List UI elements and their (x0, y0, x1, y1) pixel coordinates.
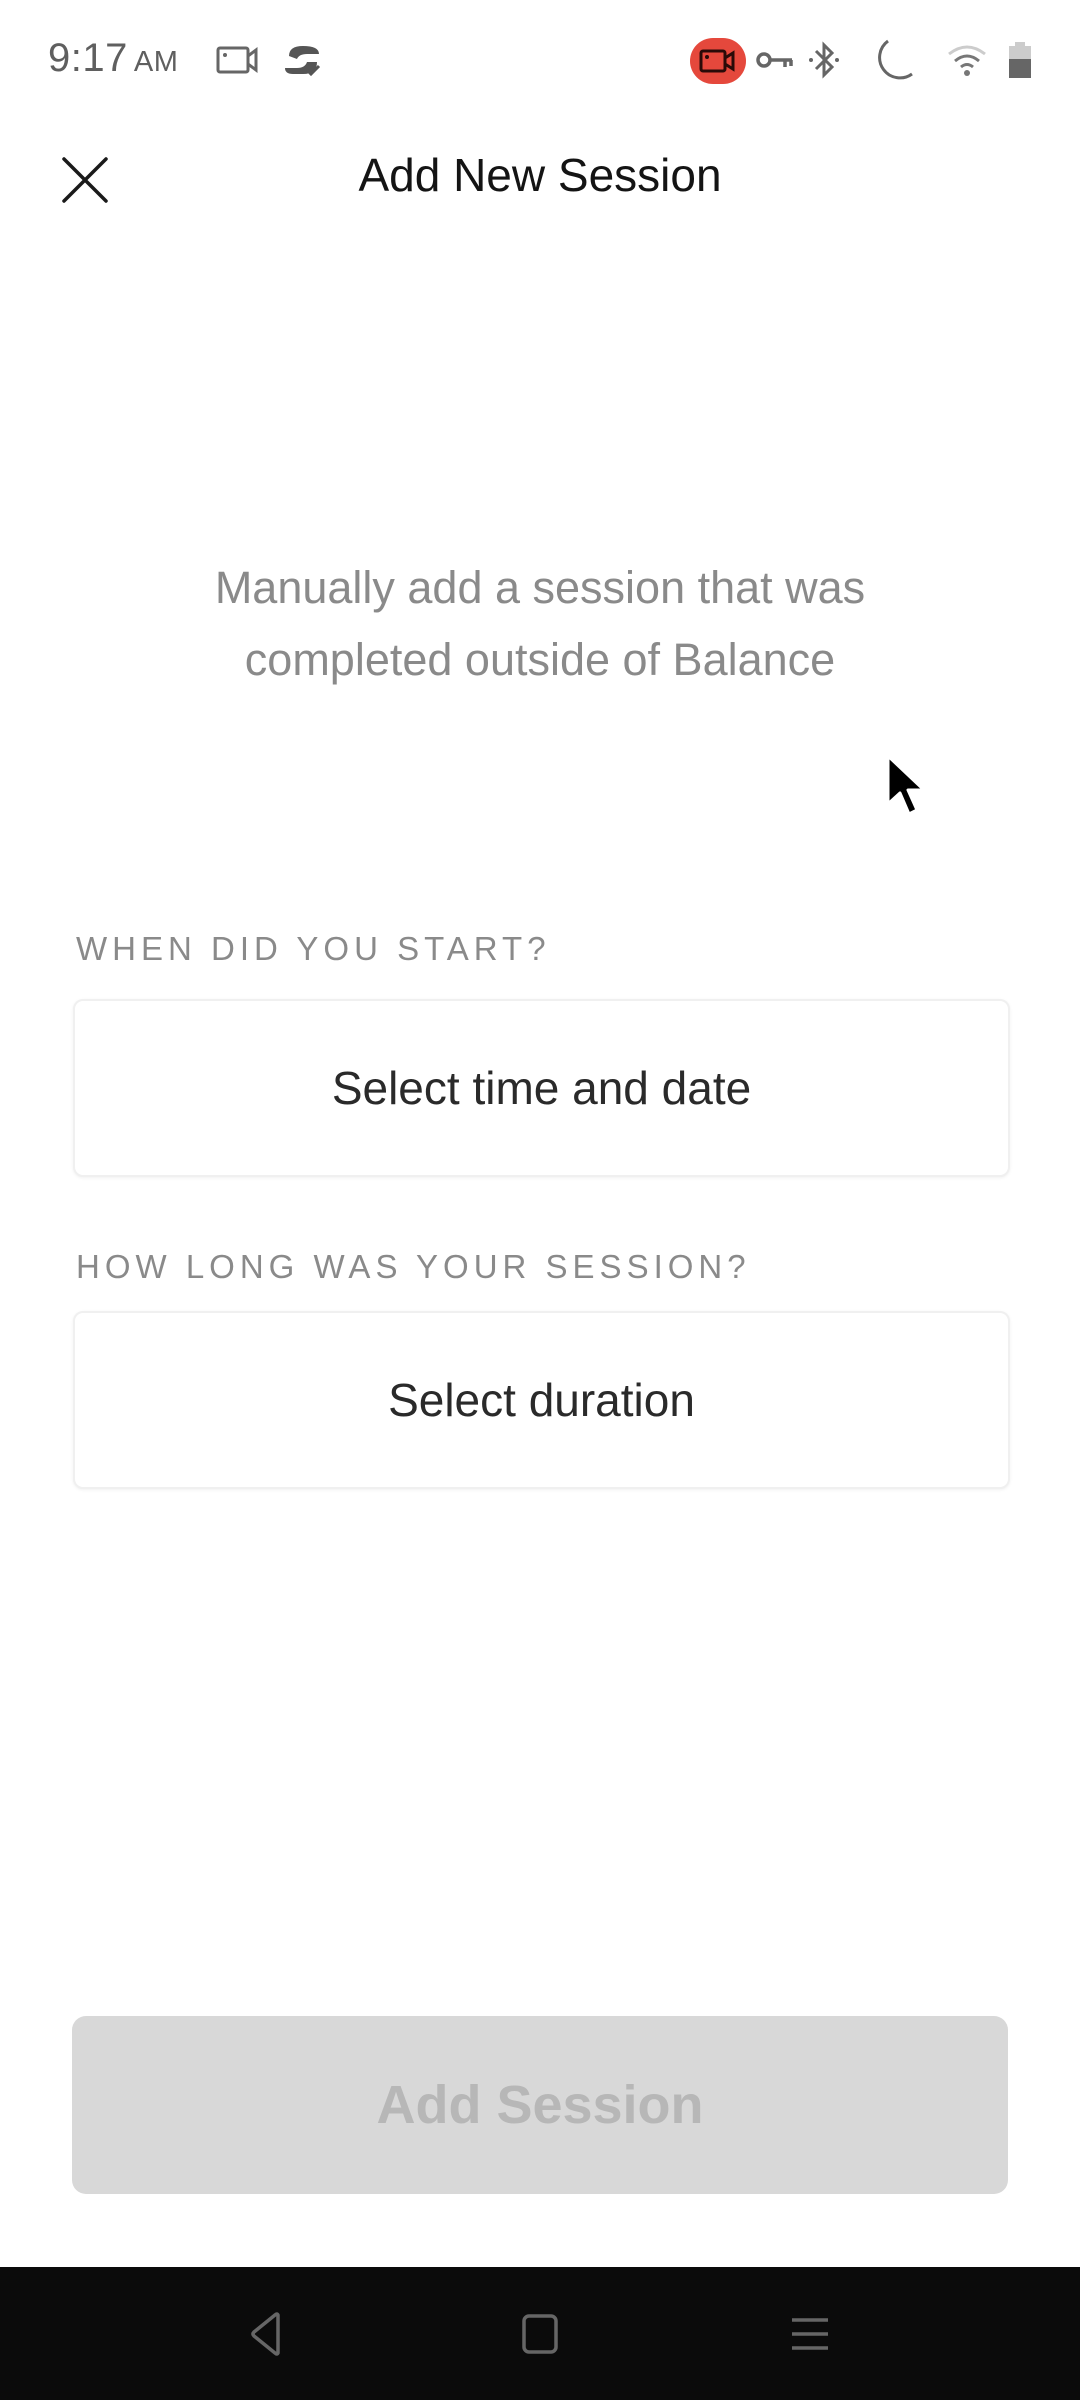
bluetooth-icon (806, 36, 842, 84)
duration-label: HOW LONG WAS YOUR SESSION? (76, 1248, 751, 1285)
system-navigation-bar (0, 2267, 1080, 2400)
back-icon (251, 2311, 280, 2356)
nav-recents-button[interactable] (750, 2267, 870, 2400)
home-icon (522, 2313, 558, 2354)
screen-record-icon (214, 36, 262, 84)
add-session-button[interactable]: Add Session (72, 2016, 1008, 2194)
status-time: 9:17 AM (48, 36, 178, 81)
recording-indicator-icon (690, 38, 746, 84)
start-time-label: WHEN DID YOU START? (76, 930, 551, 967)
do-not-disturb-moon-icon (868, 36, 918, 84)
nav-home-button[interactable] (480, 2267, 600, 2400)
sync-check-icon (280, 36, 326, 84)
duration-picker[interactable]: Select duration (73, 1311, 1010, 1489)
mouse-pointer-icon (884, 752, 934, 822)
wifi-icon (946, 36, 988, 84)
recents-menu-icon (792, 2317, 828, 2350)
clock-time: 9:17 (48, 36, 128, 80)
page-title: Add New Session (358, 149, 722, 201)
battery-icon (1006, 36, 1034, 84)
nav-back-button[interactable] (206, 2267, 326, 2400)
start-time-placeholder: Select time and date (331, 1062, 752, 1114)
vpn-key-icon (754, 36, 796, 84)
clock-ampm: AM (133, 46, 179, 78)
page-description: Manually add a session that was complete… (214, 562, 866, 685)
status-bar: 9:17 AM (0, 0, 1080, 120)
duration-placeholder: Select duration (388, 1374, 695, 1426)
start-time-date-picker[interactable]: Select time and date (73, 999, 1010, 1177)
